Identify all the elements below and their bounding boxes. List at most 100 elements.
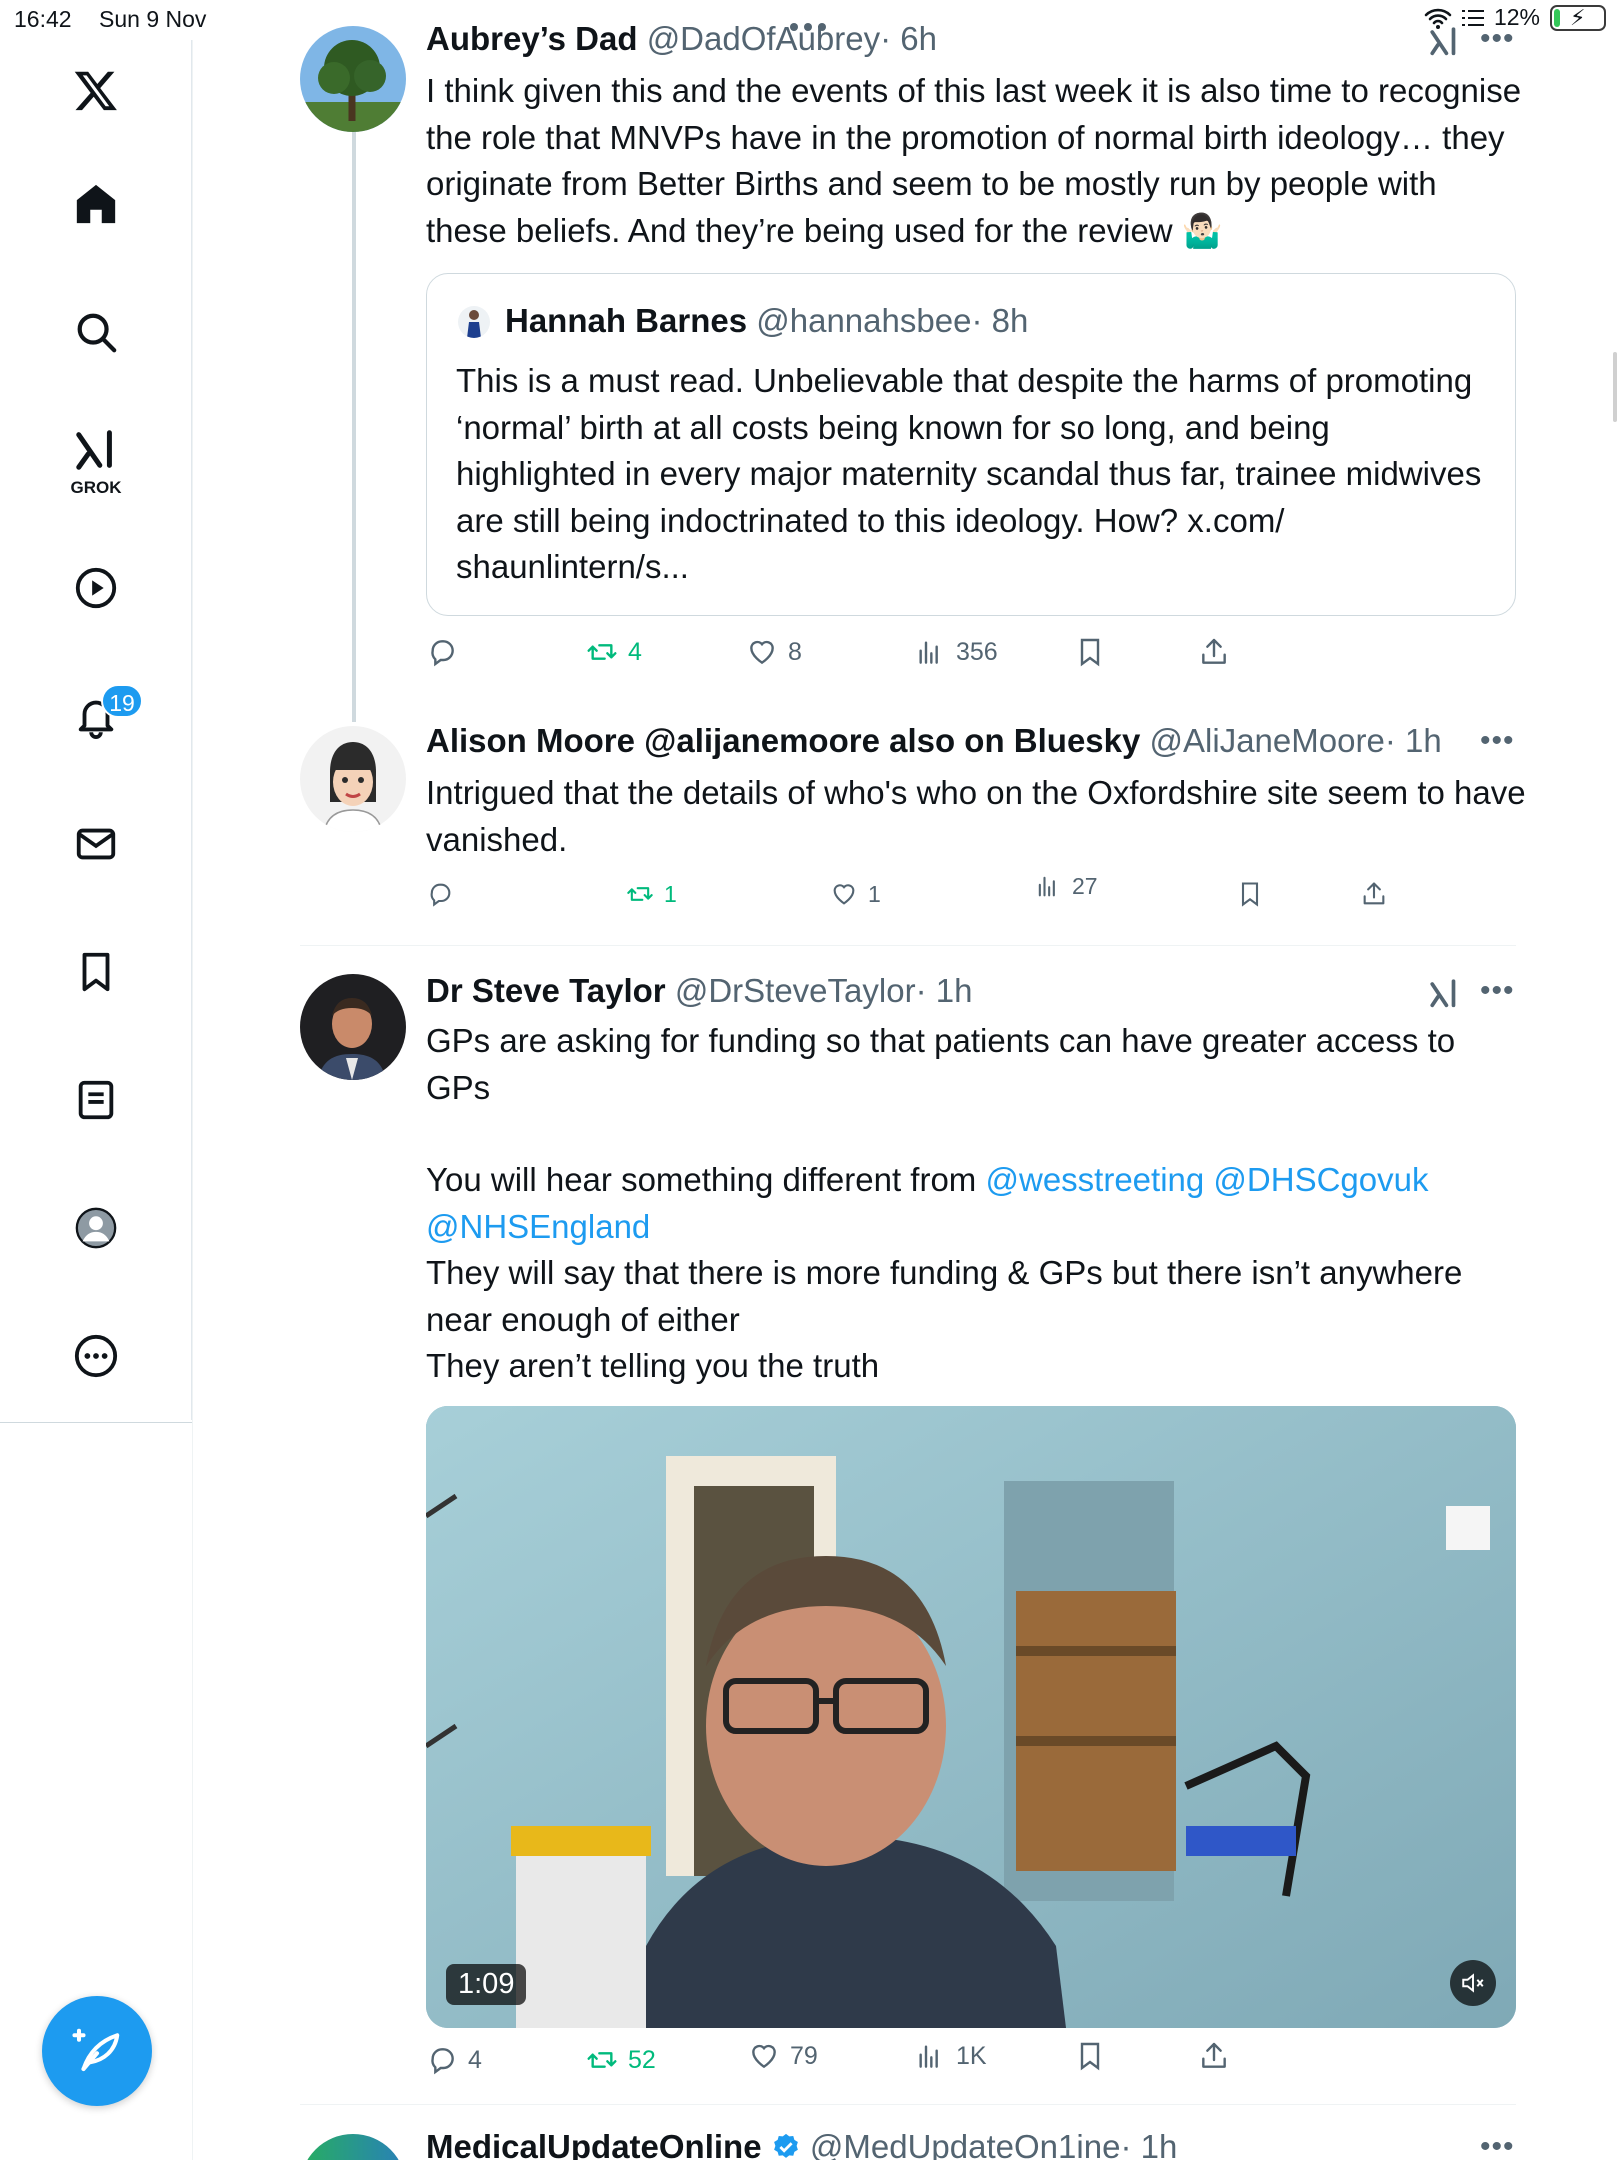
avatar[interactable]: [300, 974, 406, 1080]
more-options-icon[interactable]: •••: [1480, 724, 1515, 758]
share-icon: [1202, 638, 1226, 664]
bookmark-icon: [1241, 882, 1259, 907]
share-button[interactable]: [1360, 880, 1388, 908]
grok-icon[interactable]: [1428, 22, 1462, 67]
like-button[interactable]: 8: [746, 636, 802, 668]
share-icon: [1202, 2042, 1226, 2068]
like-button[interactable]: 1: [830, 880, 881, 908]
scrollbar[interactable]: [1613, 352, 1617, 422]
share-button[interactable]: [1198, 2040, 1230, 2072]
author-name[interactable]: Aubrey’s Dad: [426, 20, 638, 57]
search-icon[interactable]: [70, 306, 122, 358]
mention-link[interactable]: @NHSEngland: [426, 1208, 650, 1245]
tweet-text: GPs are asking for funding so that patie…: [426, 1018, 1526, 1390]
author-handle[interactable]: @MedUpdateOn1ine: [810, 2128, 1121, 2160]
profile-icon[interactable]: [70, 1202, 122, 1254]
tweet-actions: 4 8 356: [426, 636, 1516, 676]
share-icon: [1363, 882, 1385, 905]
tweet-divider: [300, 2104, 1516, 2105]
tweet-time[interactable]: · 6h: [880, 20, 937, 57]
tweet-text: I think given this and the events of thi…: [426, 72, 1522, 249]
sidebar-border: [192, 40, 193, 2160]
quote-time: · 8h: [971, 302, 1029, 339]
author-handle[interactable]: @DadOfAubrey: [647, 20, 880, 57]
grok-icon[interactable]: [70, 424, 122, 476]
tweet-time[interactable]: · 1h: [1385, 722, 1442, 759]
quote-author-handle: @hannahsbee: [756, 302, 972, 339]
thread-connector: [352, 132, 356, 722]
tweet-time[interactable]: · 1h: [916, 972, 973, 1009]
avatar[interactable]: [300, 2134, 406, 2160]
views-icon: [919, 641, 938, 664]
more-options-icon[interactable]: •••: [1480, 22, 1515, 56]
mention-link[interactable]: @wesstreeting: [985, 1161, 1204, 1198]
tweet-time[interactable]: · 1h: [1120, 2128, 1177, 2160]
bookmark-button[interactable]: [1074, 2040, 1106, 2072]
lists-icon[interactable]: [70, 1074, 122, 1126]
compose-button[interactable]: [42, 1996, 152, 2106]
quote-author-name: Hannah Barnes: [505, 302, 748, 339]
more-options-icon[interactable]: •••: [1480, 974, 1515, 1008]
video-player[interactable]: [426, 1406, 1516, 2028]
x-logo-icon[interactable]: [70, 64, 122, 116]
reply-icon: [431, 640, 454, 667]
tweet-divider: [300, 945, 1516, 946]
quote-header: Hannah Barnes @hannahsbee· 8h: [505, 302, 1028, 340]
status-time: 16:42: [14, 6, 72, 32]
tweet-text: Intrigued that the details of who's who …: [426, 774, 1526, 858]
repost-icon: [587, 644, 617, 660]
speaker-muted-icon: [1462, 1973, 1484, 1993]
bookmark-icon: [1080, 638, 1100, 667]
reply-button[interactable]: 4: [426, 2044, 482, 2076]
quote-avatar: [458, 306, 490, 338]
compose-icon: [72, 2028, 120, 2072]
author-name[interactable]: Dr Steve Taylor: [426, 972, 666, 1009]
tweet-text-line: They will say that there is more funding…: [426, 1254, 1463, 1338]
notifications-badge: 19: [101, 684, 143, 718]
more-options-icon[interactable]: •••: [1480, 2130, 1515, 2160]
views-icon: [1038, 876, 1055, 897]
bookmarks-icon[interactable]: [70, 946, 122, 998]
more-icon[interactable]: [70, 1330, 122, 1382]
battery-icon: ⚡: [1550, 4, 1606, 31]
views-button[interactable]: 356: [914, 636, 998, 668]
tweet-text-line: They aren’t telling you the truth: [426, 1347, 880, 1384]
views-icon: [919, 2045, 938, 2068]
mention-link[interactable]: @DHSCgovuk: [1213, 1161, 1428, 1198]
heart-icon: [750, 640, 774, 665]
verified-badge-icon: [773, 2133, 798, 2158]
author-handle[interactable]: @DrSteveTaylor: [675, 972, 916, 1009]
author-handle[interactable]: @AliJaneMoore: [1150, 722, 1385, 759]
heart-icon: [833, 884, 855, 905]
repost-button[interactable]: 4: [586, 636, 642, 668]
avatar[interactable]: [300, 726, 406, 832]
mute-button[interactable]: [1450, 1960, 1496, 2006]
repost-button[interactable]: 1: [626, 880, 677, 908]
video-icon[interactable]: [70, 562, 122, 614]
views-button[interactable]: 27: [1034, 872, 1098, 900]
repost-button[interactable]: 52: [586, 2044, 656, 2076]
messages-icon[interactable]: [70, 818, 122, 870]
repost-icon: [627, 887, 653, 901]
tweet-text-line: You will hear something different from @…: [426, 1161, 1429, 1198]
share-button[interactable]: [1198, 636, 1230, 668]
video-duration: 1:09: [446, 1964, 527, 2005]
heart-icon: [752, 2044, 776, 2069]
views-button[interactable]: 1K: [914, 2040, 987, 2072]
multitasking-dots[interactable]: [790, 10, 834, 31]
reply-button[interactable]: [426, 636, 468, 668]
bookmark-button[interactable]: [1074, 636, 1106, 668]
author-name[interactable]: Alison Moore @alijanemoore also on Blues…: [426, 722, 1140, 759]
like-button[interactable]: 79: [748, 2040, 818, 2072]
reply-icon: [430, 883, 451, 907]
tweet-header: Aubrey’s Dad @DadOfAubrey· 6h: [426, 20, 937, 58]
reply-button[interactable]: [426, 880, 464, 908]
author-name[interactable]: MedicalUpdateOnline: [426, 2128, 762, 2160]
reply-icon: [431, 2048, 454, 2075]
home-icon[interactable]: [70, 178, 122, 230]
grok-icon[interactable]: [1428, 974, 1462, 1019]
quote-text: This is a must read. Unbelievable that d…: [456, 362, 1482, 585]
avatar[interactable]: [300, 26, 406, 132]
tweet-text-line: GPs are asking for funding so that patie…: [426, 1022, 1456, 1106]
bookmark-button[interactable]: [1236, 880, 1264, 908]
